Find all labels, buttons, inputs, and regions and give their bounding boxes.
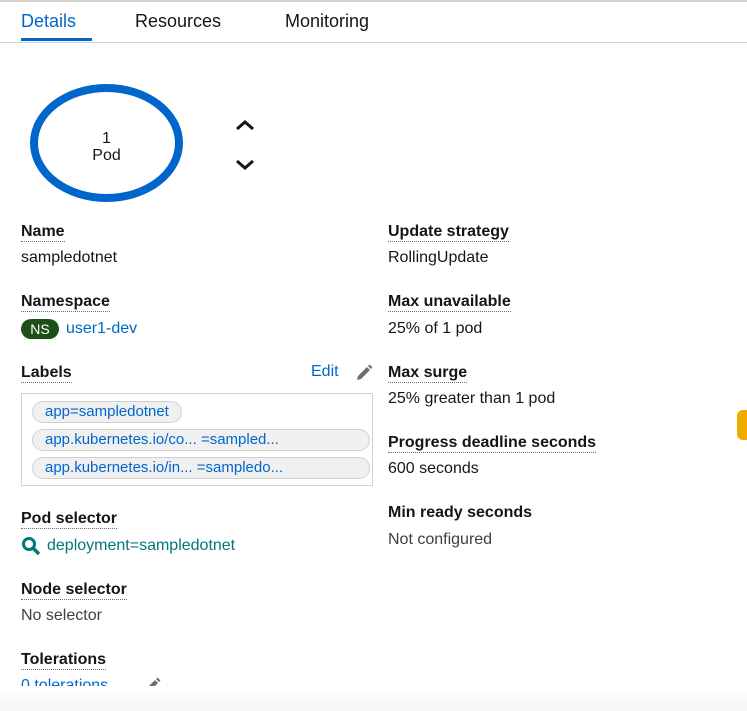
update-strategy-label: Update strategy [388, 223, 509, 242]
min-ready-label: Min ready seconds [388, 504, 533, 521]
tab-resources[interactable]: Resources [135, 11, 221, 32]
search-icon [22, 537, 41, 556]
namespace-badge: NS [21, 319, 59, 339]
namespace-link[interactable]: user1-dev [66, 320, 137, 338]
node-selector-label: Node selector [21, 581, 127, 600]
progress-deadline-label: Progress deadline seconds [388, 434, 597, 453]
tab-monitoring[interactable]: Monitoring [285, 11, 369, 32]
pod-count: 1 [102, 130, 111, 147]
pod-unit: Pod [92, 147, 121, 164]
namespace-label: Namespace [21, 293, 110, 312]
label-chip[interactable]: app.kubernetes.io/in... =sampledo... [32, 457, 370, 479]
side-panel-handle[interactable] [737, 410, 747, 440]
tab-details[interactable]: Details [21, 11, 76, 32]
chevron-up-icon [236, 120, 254, 131]
labels-label: Labels [21, 364, 72, 383]
scale-up-button[interactable] [230, 114, 260, 138]
active-tab-indicator [21, 38, 92, 41]
label-chip[interactable]: app=sampledotnet [32, 401, 182, 423]
label-chip[interactable]: app.kubernetes.io/co... =sampled... [32, 429, 370, 451]
chevron-down-icon [236, 159, 254, 170]
tab-bar: Details Resources Monitoring [0, 2, 747, 43]
max-unavailable-label: Max unavailable [388, 293, 511, 312]
node-selector-value: No selector [21, 607, 102, 624]
max-surge-value: 25% greater than 1 pod [388, 390, 556, 407]
labels-list: app=sampledotnet app.kubernetes.io/co...… [21, 393, 373, 486]
pencil-icon[interactable] [354, 363, 374, 383]
edit-labels-link[interactable]: Edit [311, 363, 339, 381]
name-value: sampledotnet [21, 249, 118, 266]
min-ready-value: Not configured [388, 531, 493, 548]
progress-deadline-value: 600 seconds [388, 460, 479, 477]
pod-selector-link[interactable]: deployment=sampledotnet [47, 537, 235, 555]
pod-selector-label: Pod selector [21, 510, 118, 529]
max-unavailable-value: 25% of 1 pod [388, 320, 483, 337]
max-surge-label: Max surge [388, 364, 468, 383]
update-strategy-value: RollingUpdate [388, 249, 489, 266]
scale-down-button[interactable] [230, 152, 260, 176]
tolerations-label: Tolerations [21, 651, 107, 670]
name-label: Name [21, 223, 65, 242]
pod-ring: 1 Pod [30, 84, 183, 202]
bottom-fade [0, 686, 747, 711]
